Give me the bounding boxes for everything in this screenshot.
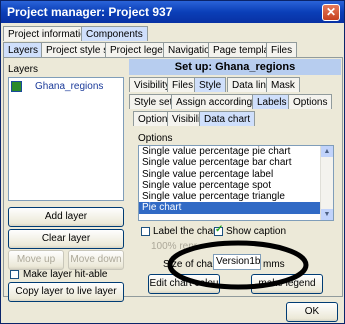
show-caption-checkbox[interactable] [214,224,223,236]
make-hit-able-checkbox[interactable] [10,270,19,279]
window-title: Project manager: Project 937 [7,5,173,19]
show-caption-label: Show caption [226,226,287,237]
list-item[interactable]: Single value percentage pie chart [139,146,333,157]
setup-title: Set up: Ghana_regions [129,59,341,75]
list-item-selected[interactable]: Pie chart [139,202,333,214]
make-hit-able-label: Make layer hit-able [23,269,108,280]
list-item[interactable]: Single value percentage bar chart [139,157,333,168]
tab-files[interactable]: Files [266,42,298,57]
list-item[interactable]: Single value percentage triangle [139,191,333,202]
tab-labels[interactable]: Labels [252,94,292,109]
scroll-up-icon[interactable]: ▲ [321,146,333,157]
tab-data-chart[interactable]: Data chart [199,111,256,126]
label-chart-label: Label the chart [153,226,220,237]
move-up-button[interactable]: Move up [8,250,64,270]
title-bar[interactable]: Project manager: Project 937 ✕ [1,1,344,23]
tab-mask[interactable]: Mask [266,77,300,92]
list-item[interactable]: Ghana_regions [11,81,121,93]
project-manager-window: Project manager: Project 937 ✕ Project i… [0,0,345,324]
tab-components[interactable]: Components [81,26,148,41]
options-list[interactable]: Single value percentage pie chart Single… [138,145,334,221]
options-heading: Options [138,133,173,144]
scroll-down-icon[interactable]: ▼ [321,209,333,220]
label-chart-checkbox[interactable] [141,227,150,236]
options-scrollbar[interactable]: ▲ ▼ [320,146,333,220]
tab-options[interactable]: Options [288,94,333,109]
close-icon[interactable]: ✕ [322,4,340,21]
add-layer-button[interactable]: Add layer [8,207,124,227]
annotation-ellipse [167,240,309,290]
layer-name: Ghana_regions [35,81,104,92]
ok-button[interactable]: OK [286,302,338,322]
clear-layer-button[interactable]: Clear layer [8,229,124,249]
tab-layers[interactable]: Layers [3,42,44,57]
copy-to-live-layer-button[interactable]: Copy layer to live layer [8,282,124,302]
move-down-button[interactable]: Move down [68,250,124,270]
map-layer-icon [11,81,22,92]
layers-list[interactable]: Ghana_regions [8,77,124,201]
layers-heading: Layers [8,64,39,75]
list-item[interactable]: Single value percentage label [139,169,333,180]
tab-style[interactable]: Style [194,77,227,92]
list-item[interactable]: Single value percentage spot [139,180,333,191]
